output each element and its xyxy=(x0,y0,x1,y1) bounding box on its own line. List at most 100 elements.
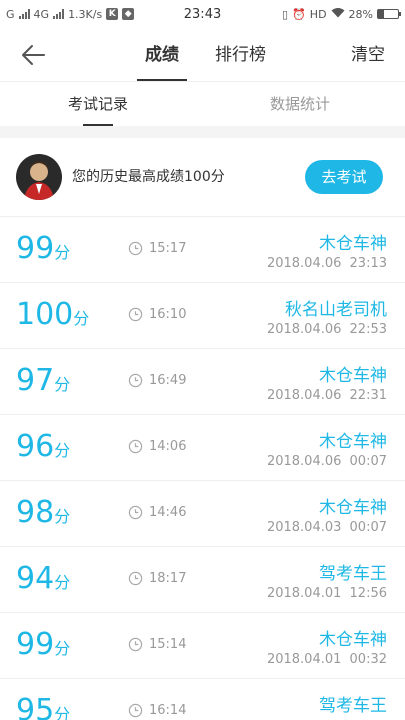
signal-icon xyxy=(18,9,30,19)
cat-app-icon: ◆ xyxy=(122,8,135,20)
avatar[interactable] xyxy=(16,154,62,200)
signal-icon-2 xyxy=(53,9,65,19)
record-row[interactable]: 95分 16:14 驾考车王 xyxy=(0,679,405,720)
records-list: 99分 15:17 木仓车神 2018.04.06 23:13 100分 16:10 秋名山… xyxy=(0,217,405,720)
score-unit: 分 xyxy=(54,375,71,394)
record-row[interactable]: 99分 15:14 木仓车神 2018.04.01 00:32 xyxy=(0,613,405,679)
record-row[interactable]: 97分 16:49 木仓车神 2018.04.06 22:31 xyxy=(0,349,405,415)
score-unit: 分 xyxy=(73,309,90,328)
record-date: 2018.04.06 xyxy=(266,256,342,271)
record-datetime: 2018.04.06 22:53 xyxy=(267,322,387,337)
record-score: 95分 xyxy=(16,693,70,720)
record-user: 木仓车神 xyxy=(319,234,387,254)
app-header: 成绩 排行榜 清空 xyxy=(0,28,405,82)
clock-icon xyxy=(128,373,143,388)
record-time: 00:32 xyxy=(349,652,387,667)
record-user: 木仓车神 xyxy=(319,630,387,650)
record-score: 94分 xyxy=(16,561,70,596)
record-time: 00:07 xyxy=(349,520,387,535)
record-row[interactable]: 99分 15:17 木仓车神 2018.04.06 23:13 xyxy=(0,217,405,283)
record-score: 99分 xyxy=(16,627,70,662)
duration-value: 15:17 xyxy=(149,241,187,256)
clock-icon xyxy=(128,571,143,586)
record-score: 96分 xyxy=(16,429,70,464)
score-unit: 分 xyxy=(54,705,71,720)
duration-value: 16:10 xyxy=(149,307,187,322)
record-user: 秋名山老司机 xyxy=(285,300,387,320)
battery-percent: 28% xyxy=(348,7,373,21)
record-row[interactable]: 98分 14:46 木仓车神 2018.04.03 00:07 xyxy=(0,481,405,547)
record-user: 驾考车王 xyxy=(319,696,387,716)
tab-leaderboard[interactable]: 排行榜 xyxy=(215,28,266,82)
clock-icon xyxy=(128,637,143,652)
duration-value: 16:14 xyxy=(149,703,187,718)
record-date: 2018.04.06 xyxy=(266,322,342,337)
record-duration: 18:17 xyxy=(128,571,186,586)
record-datetime: 2018.04.06 00:07 xyxy=(267,454,387,469)
record-time: 22:31 xyxy=(349,388,387,403)
score-value: 97 xyxy=(16,363,55,398)
record-row[interactable]: 96分 14:06 木仓车神 2018.04.06 00:07 xyxy=(0,415,405,481)
record-datetime: 2018.04.03 00:07 xyxy=(267,520,387,535)
record-user: 木仓车神 xyxy=(319,498,387,518)
score-value: 99 xyxy=(16,231,55,266)
network-label: 4G xyxy=(33,7,50,21)
record-duration: 16:10 xyxy=(128,307,186,322)
best-score-text: 您的历史最高成绩100分 xyxy=(72,169,225,185)
tab-statistics[interactable]: 数据统计 xyxy=(270,82,330,126)
record-duration: 14:06 xyxy=(128,439,186,454)
status-left: G 4G 1.3K/s K ◆ xyxy=(6,8,282,21)
score-unit: 分 xyxy=(54,441,71,460)
score-value: 94 xyxy=(16,561,55,596)
record-duration: 15:17 xyxy=(128,241,186,256)
score-value: 100 xyxy=(16,297,74,332)
score-value: 98 xyxy=(16,495,55,530)
record-duration: 15:14 xyxy=(128,637,186,652)
record-row[interactable]: 100分 16:10 秋名山老司机 2018.04.06 22:53 xyxy=(0,283,405,349)
record-date: 2018.04.03 xyxy=(266,520,342,535)
clock-icon xyxy=(128,439,143,454)
sub-tabs: 考试记录 数据统计 xyxy=(0,82,405,126)
score-unit: 分 xyxy=(54,507,71,526)
record-time: 23:13 xyxy=(349,256,387,271)
record-datetime: 2018.04.01 00:32 xyxy=(267,652,387,667)
clock-icon xyxy=(128,241,143,256)
clock-icon xyxy=(128,703,143,718)
status-right: ▯ ⏰ HD 28% xyxy=(282,7,401,21)
record-user: 驾考车王 xyxy=(319,564,387,584)
record-score: 97分 xyxy=(16,363,70,398)
duration-value: 14:06 xyxy=(149,439,187,454)
duration-value: 16:49 xyxy=(149,373,187,388)
record-time: 00:07 xyxy=(349,454,387,469)
net-speed: 1.3K/s xyxy=(68,7,103,21)
duration-value: 14:46 xyxy=(149,505,187,520)
record-duration: 16:49 xyxy=(128,373,186,388)
clear-button[interactable]: 清空 xyxy=(351,28,385,82)
record-datetime: 2018.04.06 23:13 xyxy=(267,256,387,271)
duration-value: 18:17 xyxy=(149,571,187,586)
record-date: 2018.04.01 xyxy=(266,652,342,667)
record-datetime: 2018.04.06 22:31 xyxy=(267,388,387,403)
wifi-icon xyxy=(331,7,345,21)
back-arrow-icon xyxy=(22,45,45,65)
record-row[interactable]: 94分 18:17 驾考车王 2018.04.01 12:56 xyxy=(0,547,405,613)
tab-exam-records[interactable]: 考试记录 xyxy=(68,82,128,126)
vibrate-icon: ▯ xyxy=(282,7,289,21)
score-value: 95 xyxy=(16,693,55,720)
go-exam-button[interactable]: 去考试 xyxy=(305,160,383,194)
score-unit: 分 xyxy=(54,639,71,658)
section-divider xyxy=(0,126,405,138)
back-button[interactable] xyxy=(18,40,48,70)
record-duration: 16:14 xyxy=(128,703,186,718)
score-unit: 分 xyxy=(54,573,71,592)
record-score: 98分 xyxy=(16,495,70,530)
score-unit: 分 xyxy=(54,243,71,262)
record-time: 12:56 xyxy=(349,586,387,601)
record-date: 2018.04.06 xyxy=(266,388,342,403)
clock-icon xyxy=(128,307,143,322)
best-score-row: 您的历史最高成绩100分 去考试 xyxy=(0,138,405,217)
k-app-icon: K xyxy=(106,8,119,20)
record-datetime: 2018.04.01 12:56 xyxy=(267,586,387,601)
record-user: 木仓车神 xyxy=(319,432,387,452)
tab-scores[interactable]: 成绩 xyxy=(137,28,187,82)
